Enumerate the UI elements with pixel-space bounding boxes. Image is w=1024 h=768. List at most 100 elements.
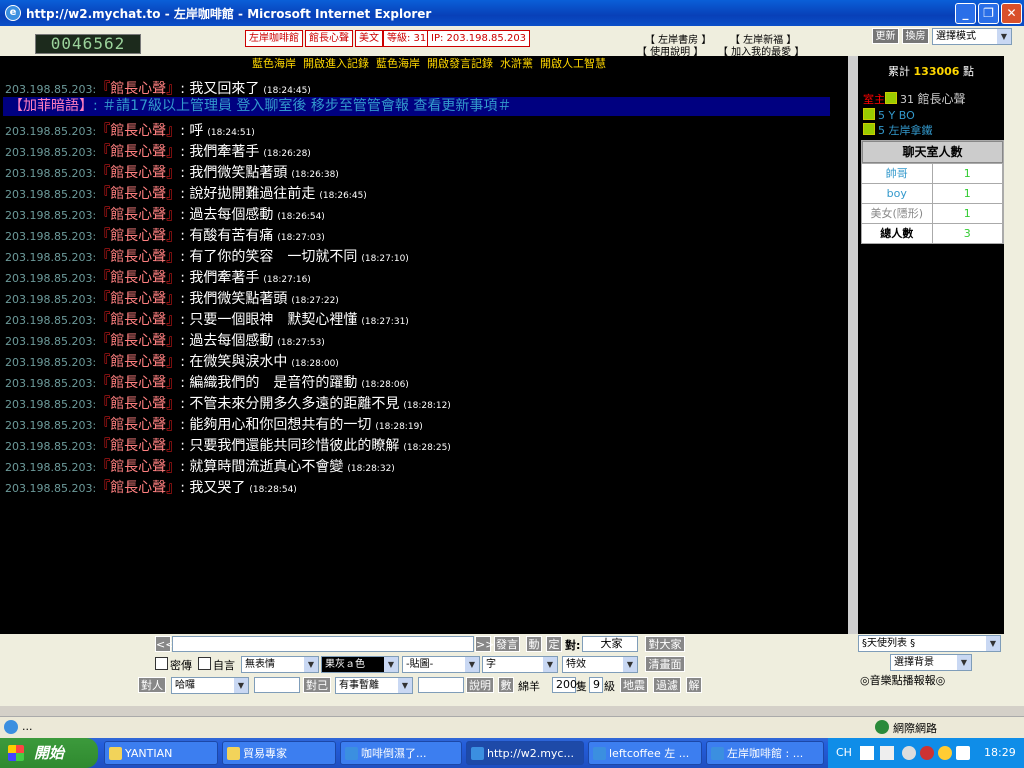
color-select[interactable]: 果灰ａ色 ▼ bbox=[321, 656, 399, 673]
message-sender[interactable]: 館長心聲 bbox=[110, 228, 166, 244]
background-select[interactable]: 選擇背景 ▼ bbox=[890, 654, 972, 671]
message-sender[interactable]: 館長心聲 bbox=[110, 438, 166, 454]
message-sender[interactable]: 館長心聲 bbox=[110, 81, 166, 97]
user-row-owner[interactable]: 室主 31 館長心聲 bbox=[863, 90, 966, 107]
solve-button[interactable]: 解 bbox=[686, 677, 702, 693]
stats-label: 帥哥 bbox=[862, 164, 933, 183]
linkbar-item-blue-coast-2[interactable]: 藍色海岸 bbox=[376, 57, 420, 70]
level-input[interactable]: 9 bbox=[589, 677, 603, 693]
bracket-open: 『 bbox=[96, 333, 111, 349]
font-select[interactable]: 字 ▼ bbox=[482, 656, 558, 673]
stats-value: 3 bbox=[933, 224, 1003, 243]
help-icon[interactable] bbox=[880, 746, 894, 760]
switch-room-button[interactable]: 換房 bbox=[902, 28, 929, 44]
task-item[interactable]: leftcoffee 左 ... bbox=[588, 741, 702, 765]
linkbar-item-water-party[interactable]: 水滸黨 bbox=[500, 57, 533, 70]
clear-screen-button[interactable]: 清畫面 bbox=[645, 656, 685, 672]
explain-button[interactable]: 說明 bbox=[466, 677, 494, 693]
task-item[interactable]: 咖啡倒濕了... bbox=[340, 741, 462, 765]
linkbar-item-speech-log[interactable]: 開啟發言記錄 bbox=[427, 57, 493, 70]
chat-message: 203.198.85.203:『館長心聲』: 只要我們還能共同珍惜彼此的瞭解 (1… bbox=[5, 436, 451, 457]
angel-list-select[interactable]: §天使列表 § ▼ bbox=[858, 635, 1001, 652]
expression-select[interactable]: 無表情 ▼ bbox=[241, 656, 319, 673]
security-icon[interactable] bbox=[920, 746, 934, 760]
to-self-button[interactable]: 對己 bbox=[303, 677, 331, 693]
close-button[interactable]: ✕ bbox=[1001, 3, 1022, 24]
maximize-button[interactable]: ❐ bbox=[978, 3, 999, 24]
sheep-count-input[interactable]: 200 bbox=[552, 677, 577, 693]
messenger-icon[interactable] bbox=[938, 746, 952, 760]
effect-select[interactable]: 特效 ▼ bbox=[562, 656, 638, 673]
bracket-close: 』 bbox=[166, 438, 181, 454]
task-item[interactable]: YANTIAN bbox=[104, 741, 218, 765]
message-sender[interactable]: 館長心聲 bbox=[110, 123, 166, 139]
user-name: Y BO bbox=[888, 109, 915, 122]
task-item[interactable]: 貿易專家 bbox=[222, 741, 336, 765]
message-ip: 203.198.85.203: bbox=[5, 482, 97, 495]
message-sender[interactable]: 館長心聲 bbox=[110, 396, 166, 412]
message-text: : 有了你的笑容 一切就不同 bbox=[180, 249, 358, 265]
away-value: 有事暫離 bbox=[339, 680, 379, 691]
minimize-button[interactable]: _ bbox=[955, 3, 976, 24]
move-button[interactable]: 動 bbox=[526, 636, 542, 652]
message-sender[interactable]: 館長心聲 bbox=[110, 207, 166, 223]
message-sender[interactable]: 館長心聲 bbox=[110, 480, 166, 496]
chevron-down-icon: ▼ bbox=[623, 657, 637, 672]
bracket-close: 』 bbox=[166, 165, 181, 181]
ime-icon[interactable] bbox=[860, 746, 874, 760]
linkbar-item-entry-log[interactable]: 開啟進入記錄 bbox=[303, 57, 369, 70]
message-sender[interactable]: 館長心聲 bbox=[110, 417, 166, 433]
message-sender[interactable]: 館長心聲 bbox=[110, 459, 166, 475]
chat-message: 203.198.85.203:『館長心聲』: 我又回來了 (18:24:45) bbox=[5, 79, 311, 100]
message-sender[interactable]: 館長心聲 bbox=[110, 270, 166, 286]
secret-checkbox[interactable] bbox=[155, 657, 168, 670]
user-row[interactable]: 5 左岸拿鐵 bbox=[863, 122, 933, 138]
message-sender[interactable]: 館長心聲 bbox=[110, 291, 166, 307]
message-input[interactable] bbox=[172, 636, 474, 652]
linkbar-item-ai[interactable]: 開啟人工智慧 bbox=[540, 57, 606, 70]
ie-icon bbox=[593, 747, 606, 760]
chat-scrollbar[interactable] bbox=[848, 56, 858, 634]
quake-button[interactable]: 地震 bbox=[620, 677, 648, 693]
message-sender[interactable]: 館長心聲 bbox=[110, 144, 166, 160]
message-time: (18:27:16) bbox=[263, 275, 311, 285]
count-button[interactable]: 數 bbox=[498, 677, 514, 693]
to-person-button[interactable]: 對人 bbox=[138, 677, 166, 693]
message-sender[interactable]: 館長心聲 bbox=[110, 186, 166, 202]
window-scrollbar[interactable] bbox=[1004, 56, 1024, 706]
language-indicator[interactable]: CH bbox=[836, 738, 852, 768]
person-input[interactable] bbox=[254, 677, 300, 693]
volume-icon[interactable] bbox=[956, 746, 970, 760]
refresh-button[interactable]: 更新 bbox=[872, 28, 899, 44]
sticker-select[interactable]: -貼圖- ▼ bbox=[402, 656, 480, 673]
away-input[interactable] bbox=[418, 677, 464, 693]
message-sender[interactable]: 館長心聲 bbox=[110, 333, 166, 349]
message-sender[interactable]: 館長心聲 bbox=[110, 354, 166, 370]
filter-button[interactable]: 過濾 bbox=[653, 677, 681, 693]
task-item[interactable]: http://w2.myc... bbox=[466, 741, 584, 765]
say-button[interactable]: 發言 bbox=[494, 636, 520, 652]
task-item[interactable]: 左岸咖啡館 : ... bbox=[706, 741, 824, 765]
message-sender[interactable]: 館長心聲 bbox=[110, 165, 166, 181]
message-sender[interactable]: 館長心聲 bbox=[110, 375, 166, 391]
self-checkbox[interactable] bbox=[198, 657, 211, 670]
start-button[interactable]: 開始 bbox=[0, 738, 98, 768]
network-icon[interactable] bbox=[902, 746, 916, 760]
mode-select[interactable]: 選擇模式 ▼ bbox=[932, 28, 1012, 45]
message-sender[interactable]: 館長心聲 bbox=[110, 312, 166, 328]
folder-icon bbox=[109, 747, 122, 760]
user-row[interactable]: 5 Y BO bbox=[863, 108, 915, 122]
prev-button[interactable]: << bbox=[155, 636, 174, 652]
message-sender[interactable]: 館長心聲 bbox=[110, 249, 166, 265]
next-button[interactable]: >> bbox=[475, 636, 494, 652]
stats-label: boy bbox=[862, 184, 933, 203]
chevron-down-icon: ▼ bbox=[398, 678, 412, 693]
music-request[interactable]: ◎音樂點播報報◎ bbox=[860, 672, 1000, 688]
bracket-close: 』 bbox=[166, 417, 181, 433]
greeting-select[interactable]: 哈囉 ▼ bbox=[171, 677, 249, 694]
linkbar-item-blue-coast-1[interactable]: 藍色海岸 bbox=[252, 57, 296, 70]
to-all-button[interactable]: 對大家 bbox=[645, 636, 685, 652]
fix-button[interactable]: 定 bbox=[546, 636, 562, 652]
to-field[interactable]: 大家 bbox=[582, 636, 638, 652]
away-select[interactable]: 有事暫離 ▼ bbox=[335, 677, 413, 694]
